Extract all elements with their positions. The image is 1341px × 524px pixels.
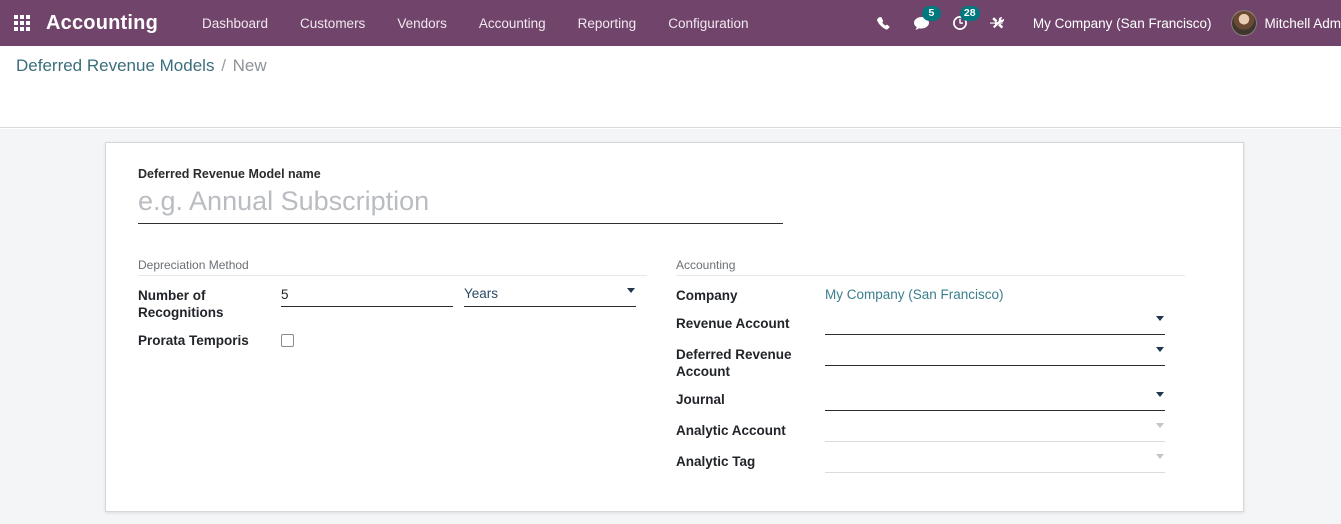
app-brand-accounting[interactable]: Accounting xyxy=(44,12,162,35)
label-number-of-recognitions: Number of Recognitions xyxy=(138,288,224,320)
messages-button[interactable]: 5 xyxy=(903,0,941,46)
company-switcher[interactable]: My Company (San Francisco) xyxy=(1017,16,1226,31)
label-analytic-tag: Analytic Tag xyxy=(676,454,756,469)
deferred-revenue-account-field[interactable] xyxy=(825,344,1165,366)
analytic-account-field[interactable] xyxy=(825,420,1165,442)
field-row-deferred-revenue-account: Deferred Revenue Account xyxy=(676,344,1185,380)
deferred-revenue-model-name-input[interactable] xyxy=(138,185,783,224)
period-unit-value[interactable]: Years xyxy=(464,285,636,307)
deferred-revenue-account-input[interactable] xyxy=(825,344,1165,366)
user-name: Mitchell Adm xyxy=(1264,15,1341,31)
label-deferred-revenue-account: Deferred Revenue Account xyxy=(676,347,792,379)
field-row-number-of-recognitions: Number of Recognitions Years xyxy=(138,285,647,321)
phone-button[interactable] xyxy=(865,0,903,46)
menu-item-accounting[interactable]: Accounting xyxy=(463,2,562,45)
main-menu: Dashboard Customers Vendors Accounting R… xyxy=(186,2,765,45)
field-row-journal: Journal xyxy=(676,389,1185,411)
activities-button[interactable]: 28 xyxy=(941,0,980,46)
apps-grid-icon xyxy=(14,15,30,31)
navbar-right-tools: 5 28 My Company (San Francisco) Mitchell… xyxy=(865,0,1341,46)
journal-field[interactable] xyxy=(825,389,1165,411)
analytic-tag-input[interactable] xyxy=(825,451,1165,473)
field-row-company: Company My Company (San Francisco) xyxy=(676,285,1185,304)
activities-badge: 28 xyxy=(959,6,980,21)
analytic-account-input[interactable] xyxy=(825,420,1165,442)
company-value-link[interactable]: My Company (San Francisco) xyxy=(825,285,1185,302)
group-title-depreciation-method: Depreciation Method xyxy=(138,258,647,276)
revenue-account-input[interactable] xyxy=(825,313,1165,335)
control-panel: Deferred Revenue Models / New SAVE DISCA… xyxy=(0,46,1341,166)
content-area: Deferred Revenue Model name Depreciation… xyxy=(0,129,1341,524)
group-depreciation-method: Depreciation Method Number of Recognitio… xyxy=(138,258,647,482)
tools-button[interactable] xyxy=(979,0,1017,46)
avatar xyxy=(1231,10,1258,36)
label-company: Company xyxy=(676,288,738,303)
label-analytic-account: Analytic Account xyxy=(676,423,786,438)
messages-badge: 5 xyxy=(921,6,941,21)
field-row-revenue-account: Revenue Account xyxy=(676,313,1185,335)
phone-icon xyxy=(877,16,890,29)
menu-item-dashboard[interactable]: Dashboard xyxy=(186,2,284,45)
breadcrumb-current: New xyxy=(232,56,267,75)
apps-menu-button[interactable] xyxy=(0,0,44,46)
group-accounting: Accounting Company My Company (San Franc… xyxy=(676,258,1185,482)
period-unit-select[interactable]: Years xyxy=(464,285,636,307)
user-menu[interactable]: Mitchell Adm xyxy=(1225,10,1341,36)
label-journal: Journal xyxy=(676,392,725,407)
number-of-recognitions-input[interactable] xyxy=(281,285,453,307)
journal-input[interactable] xyxy=(825,389,1165,411)
form-sheet: Deferred Revenue Model name Depreciation… xyxy=(105,142,1244,512)
field-row-analytic-account: Analytic Account xyxy=(676,420,1185,442)
menu-item-vendors[interactable]: Vendors xyxy=(381,2,463,45)
revenue-account-field[interactable] xyxy=(825,313,1165,335)
field-row-prorata-temporis: Prorata Temporis xyxy=(138,330,647,352)
field-row-analytic-tag: Analytic Tag xyxy=(676,451,1185,473)
menu-item-configuration[interactable]: Configuration xyxy=(652,2,764,45)
menu-item-reporting[interactable]: Reporting xyxy=(562,2,653,45)
breadcrumb-root[interactable]: Deferred Revenue Models xyxy=(16,56,214,75)
breadcrumb-separator: / xyxy=(221,56,226,75)
form-groups: Depreciation Method Number of Recognitio… xyxy=(138,258,1211,482)
group-title-accounting: Accounting xyxy=(676,258,1185,276)
tools-wrench-icon xyxy=(989,17,1004,29)
title-field-label: Deferred Revenue Model name xyxy=(138,167,321,181)
label-revenue-account: Revenue Account xyxy=(676,316,790,331)
top-navbar: Accounting Dashboard Customers Vendors A… xyxy=(0,0,1341,46)
menu-item-customers[interactable]: Customers xyxy=(284,2,381,45)
prorata-temporis-checkbox[interactable] xyxy=(281,334,294,347)
label-prorata-temporis: Prorata Temporis xyxy=(138,333,249,348)
analytic-tag-field[interactable] xyxy=(825,451,1165,473)
breadcrumb: Deferred Revenue Models / New xyxy=(16,56,267,76)
